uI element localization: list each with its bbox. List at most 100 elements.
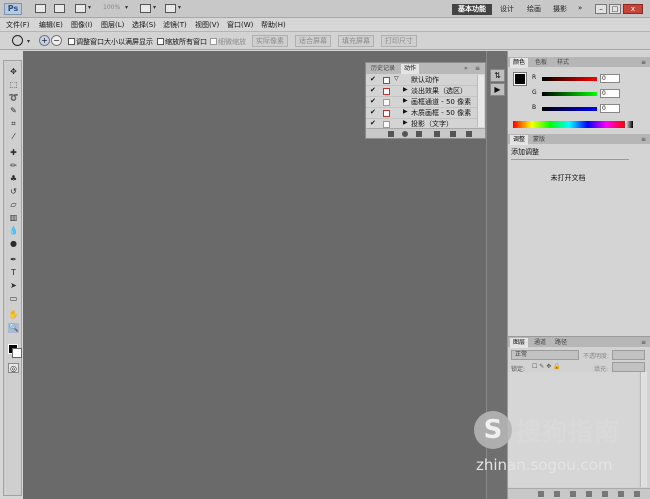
new-action-icon[interactable]: [450, 131, 456, 137]
collapse-triangle-icon[interactable]: ▶: [403, 97, 408, 104]
new-group-icon[interactable]: [602, 491, 608, 497]
scrubby-zoom-checkbox[interactable]: 细微缩放: [210, 37, 246, 47]
blue-value-input[interactable]: 0: [600, 104, 620, 113]
zoom-in-button[interactable]: +: [39, 35, 50, 46]
blur-tool-icon[interactable]: 💧: [8, 226, 19, 236]
new-layer-icon[interactable]: [618, 491, 624, 497]
zoom-tool-icon[interactable]: 🔍: [8, 323, 19, 333]
panel-menu-icon[interactable]: ≡: [638, 338, 649, 348]
checkbox-box[interactable]: [68, 38, 75, 45]
zoom-all-checkbox[interactable]: 缩放所有窗口: [157, 37, 207, 47]
checkmark-icon[interactable]: ✔: [370, 86, 376, 94]
workspace-design[interactable]: 设计: [496, 4, 518, 15]
fill-screen-button[interactable]: 填充屏幕: [338, 35, 374, 47]
history-panel-icon[interactable]: ⇅: [490, 69, 505, 82]
arrange-documents-icon[interactable]: [140, 4, 151, 13]
red-value-input[interactable]: 0: [600, 74, 620, 83]
black-white-ramp[interactable]: [625, 121, 633, 128]
collapse-triangle-icon[interactable]: ▶: [403, 108, 408, 115]
fill-input[interactable]: [612, 362, 645, 372]
actual-pixels-button[interactable]: 实际像素: [252, 35, 288, 47]
eyedropper-tool-icon[interactable]: ⁄: [8, 132, 19, 142]
menu-image[interactable]: 图像(I): [71, 20, 93, 30]
dialog-toggle-icon[interactable]: [383, 110, 390, 117]
close-button[interactable]: x: [623, 4, 643, 14]
adjustment-layer-icon[interactable]: [586, 491, 592, 497]
hand-tool-icon[interactable]: ✋: [8, 310, 19, 320]
spot-healing-tool-icon[interactable]: ✚: [8, 148, 19, 158]
maximize-button[interactable]: □: [609, 4, 621, 14]
dialog-toggle-icon[interactable]: [383, 121, 390, 128]
path-selection-tool-icon[interactable]: ➤: [8, 281, 19, 291]
opacity-input[interactable]: [612, 350, 645, 360]
collapse-triangle-icon[interactable]: ▶: [403, 119, 408, 126]
background-color-swatch[interactable]: [12, 348, 22, 358]
chevron-down-icon[interactable]: ▾: [178, 4, 181, 11]
brush-tool-icon[interactable]: ✏: [8, 161, 19, 171]
stop-icon[interactable]: [388, 131, 394, 137]
dialog-toggle-icon[interactable]: [383, 77, 390, 84]
color-spectrum-ramp[interactable]: [513, 121, 625, 128]
action-row[interactable]: ✔ ▶ 画框通道 - 50 像素: [366, 97, 478, 108]
tab-styles[interactable]: 样式: [554, 58, 572, 68]
link-layers-icon[interactable]: [538, 491, 544, 497]
action-row[interactable]: ✔ ▶ 淡出效果（选区）: [366, 86, 478, 97]
menu-view[interactable]: 视图(V): [195, 20, 219, 30]
zoom-tool-icon[interactable]: [12, 35, 23, 46]
collapse-icon[interactable]: »: [461, 64, 471, 74]
menu-select[interactable]: 选择(S): [132, 20, 156, 30]
fit-screen-button[interactable]: 适合屏幕: [295, 35, 331, 47]
color-preview-swatch[interactable]: [513, 72, 527, 86]
chevron-down-icon[interactable]: ▾: [125, 4, 128, 11]
workspace-essentials[interactable]: 基本功能: [452, 4, 492, 15]
blue-slider[interactable]: [542, 107, 597, 111]
move-tool-icon[interactable]: ✥: [8, 67, 19, 77]
tab-color[interactable]: 颜色: [510, 58, 529, 68]
quick-mask-icon[interactable]: ◎: [8, 363, 19, 373]
bridge-icon[interactable]: [35, 4, 46, 13]
tab-masks[interactable]: 蒙版: [530, 135, 548, 145]
green-value-input[interactable]: 0: [600, 89, 620, 98]
tab-history[interactable]: 历史记录: [368, 64, 398, 74]
checkbox-box[interactable]: [210, 38, 217, 45]
dialog-toggle-icon[interactable]: [383, 99, 390, 106]
tab-swatches[interactable]: 色板: [532, 58, 550, 68]
layer-style-icon[interactable]: [554, 491, 560, 497]
menu-edit[interactable]: 编辑(E): [39, 20, 63, 30]
crop-tool-icon[interactable]: ⌗: [8, 119, 19, 129]
menu-window[interactable]: 窗口(W): [227, 20, 253, 30]
tab-paths[interactable]: 路径: [552, 338, 570, 348]
zoom-out-button[interactable]: −: [51, 35, 62, 46]
record-icon[interactable]: [402, 131, 408, 137]
shape-tool-icon[interactable]: ▭: [8, 294, 19, 304]
menu-file[interactable]: 文件(F): [6, 20, 30, 30]
view-extras-icon[interactable]: [75, 4, 86, 13]
dodge-tool-icon[interactable]: ●: [8, 239, 19, 249]
actions-scrollbar[interactable]: [477, 75, 484, 127]
panel-menu-icon[interactable]: ≡: [472, 64, 483, 74]
pen-tool-icon[interactable]: ✒: [8, 255, 19, 265]
chevron-down-icon[interactable]: ▾: [88, 4, 91, 11]
tab-actions[interactable]: 动作: [401, 64, 420, 74]
checkmark-icon[interactable]: ✔: [370, 97, 376, 105]
checkbox-box[interactable]: [157, 38, 164, 45]
red-slider[interactable]: [542, 77, 597, 81]
trash-icon[interactable]: [634, 491, 640, 497]
panel-menu-icon[interactable]: ≡: [638, 58, 649, 68]
panel-menu-icon[interactable]: ≡: [638, 135, 649, 145]
tab-channels[interactable]: 通道: [531, 338, 549, 348]
menu-help[interactable]: 帮助(H): [261, 20, 286, 30]
print-size-button[interactable]: 打印尺寸: [381, 35, 417, 47]
workspace-photography[interactable]: 摄影: [549, 4, 571, 15]
type-tool-icon[interactable]: T: [8, 268, 19, 278]
checkmark-icon[interactable]: ✔: [370, 75, 376, 83]
workspace-painting[interactable]: 绘画: [523, 4, 545, 15]
layers-scrollbar[interactable]: [640, 372, 647, 487]
tab-adjustments[interactable]: 调整: [510, 135, 529, 145]
resize-windows-checkbox[interactable]: 调整窗口大小以满屏显示: [68, 37, 153, 47]
mini-bridge-icon[interactable]: [54, 4, 65, 13]
actions-panel-icon[interactable]: ▶: [490, 83, 505, 96]
expand-triangle-icon[interactable]: ▽: [394, 75, 399, 82]
action-row[interactable]: ✔ ▶ 木质画框 - 50 像素: [366, 108, 478, 119]
play-icon[interactable]: [416, 131, 422, 137]
